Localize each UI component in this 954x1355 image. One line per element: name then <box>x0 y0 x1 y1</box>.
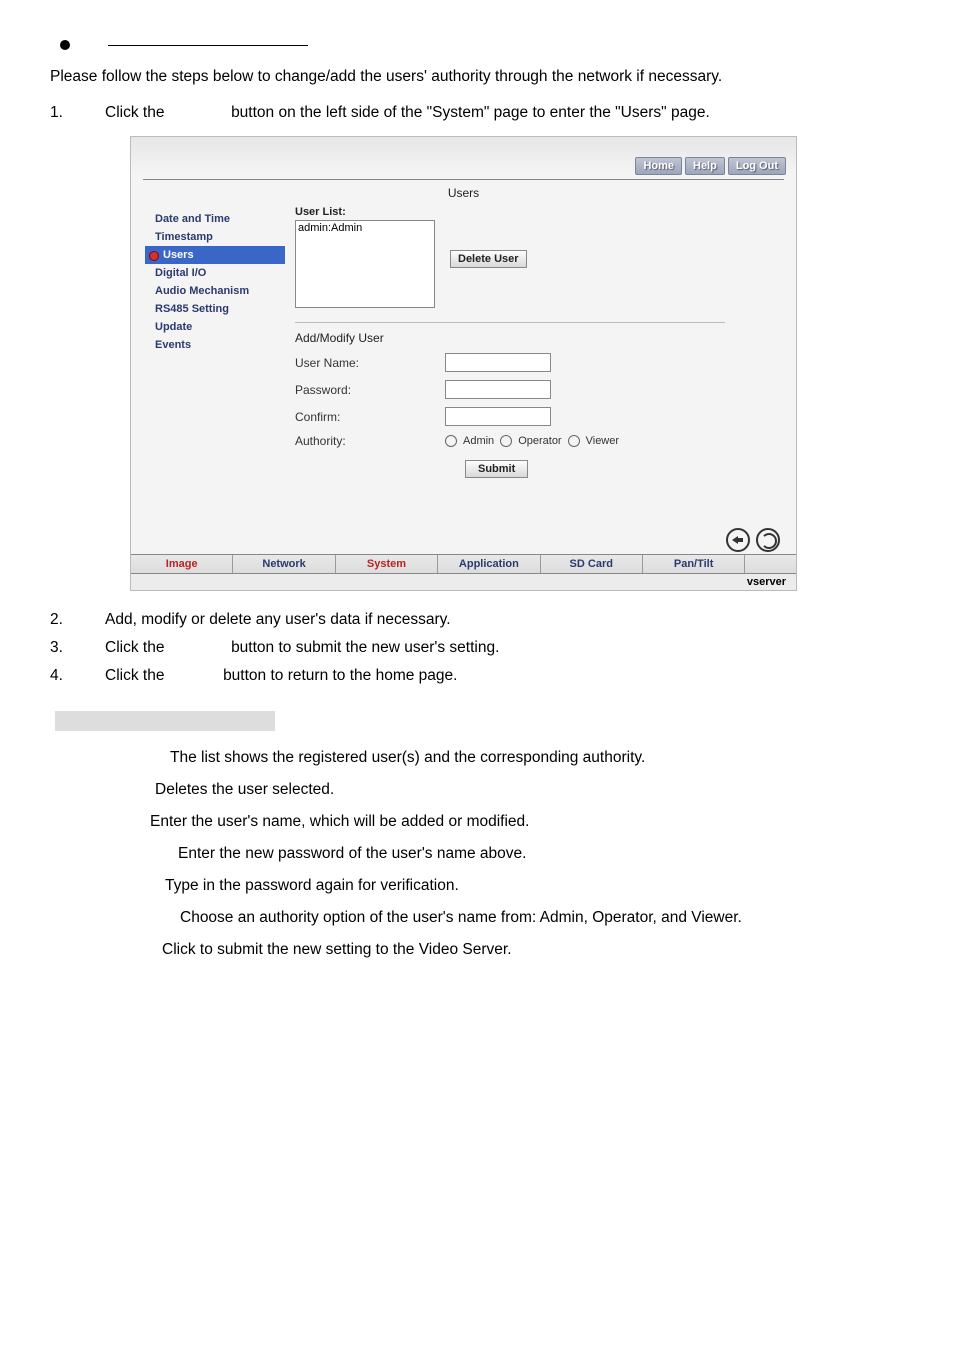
sidebar-item-timestamp[interactable]: Timestamp <box>145 228 285 246</box>
desc-password: Enter the new password of the user's nam… <box>50 845 904 863</box>
footer-label: vserver <box>131 573 796 590</box>
sidebar-item-date[interactable]: Date and Time <box>145 210 285 228</box>
step4-part-b: button to return to the home page. <box>223 667 457 684</box>
radio-operator[interactable] <box>500 435 512 447</box>
sidebar-item-audio[interactable]: Audio Mechanism <box>145 282 285 300</box>
desc-authority: Choose an authority option of the user's… <box>50 909 904 927</box>
help-button[interactable]: Help <box>685 157 725 175</box>
submit-button[interactable]: Submit <box>465 460 528 478</box>
page-title: Users <box>131 180 796 206</box>
sidebar-item-users[interactable]: Users <box>145 246 285 264</box>
sidebar-item-events[interactable]: Events <box>145 336 285 354</box>
sidebar-item-update[interactable]: Update <box>145 318 285 336</box>
radio-admin[interactable] <box>445 435 457 447</box>
step-3: 3. Click the button to submit the new us… <box>50 639 904 657</box>
step3-part-b: button to submit the new user's setting. <box>231 639 499 656</box>
userlist-label: User List: <box>295 206 346 218</box>
sidebar-item-rs485[interactable]: RS485 Setting <box>145 300 285 318</box>
authority-label: Authority: <box>295 434 445 448</box>
user-list-box[interactable]: admin:Admin <box>295 220 435 308</box>
nav-icon-row <box>131 520 796 554</box>
heading-underline <box>108 44 308 46</box>
step-number: 4. <box>50 667 105 685</box>
intro-text: Please follow the steps below to change/… <box>50 68 904 86</box>
step-number: 2. <box>50 611 105 629</box>
confirm-label: Confirm: <box>295 410 445 424</box>
tab-network[interactable]: Network <box>233 555 335 573</box>
step-4: 4. Click the button to return to the hom… <box>50 667 904 685</box>
step-text: Add, modify or delete any user's data if… <box>105 611 904 629</box>
back-icon[interactable] <box>726 528 750 552</box>
password-label: Password: <box>295 383 445 397</box>
step-number: 1. <box>50 104 105 122</box>
bullet-icon <box>60 40 70 50</box>
logout-button[interactable]: Log Out <box>728 157 786 175</box>
step-text: Click the button to return to the home p… <box>105 667 904 685</box>
password-input[interactable] <box>445 380 551 399</box>
user-list-item[interactable]: admin:Admin <box>298 222 432 234</box>
sidebar-item-digital[interactable]: Digital I/O <box>145 264 285 282</box>
step-number: 3. <box>50 639 105 657</box>
bottom-tabs: Image Network System Application SD Card… <box>131 554 796 573</box>
tab-sdcard[interactable]: SD Card <box>541 555 643 573</box>
username-label: User Name: <box>295 356 445 370</box>
confirm-input[interactable] <box>445 407 551 426</box>
tab-pantilt[interactable]: Pan/Tilt <box>643 555 745 573</box>
screenshot-topbar: Home Help Log Out <box>131 137 796 177</box>
tab-application[interactable]: Application <box>438 555 540 573</box>
desc-confirm: Type in the password again for verificat… <box>50 877 904 895</box>
step4-part-a: Click the <box>105 667 164 684</box>
step1-part-a: Click the <box>105 104 164 121</box>
section-bullet-heading <box>50 40 904 50</box>
radio-admin-label: Admin <box>463 435 494 447</box>
step-2: 2. Add, modify or delete any user's data… <box>50 611 904 629</box>
authority-radios: Admin Operator Viewer <box>445 435 619 447</box>
step-text: Click the button to submit the new user'… <box>105 639 904 657</box>
desc-submit: Click to submit the new setting to the V… <box>50 941 904 959</box>
step-text: Click the button on the left side of the… <box>105 104 904 122</box>
add-modify-label: Add/Modify User <box>295 331 782 345</box>
radio-operator-label: Operator <box>518 435 561 447</box>
tab-system[interactable]: System <box>336 555 438 573</box>
tab-image[interactable]: Image <box>131 555 233 573</box>
delete-user-button[interactable]: Delete User <box>450 250 527 268</box>
home-button[interactable]: Home <box>635 157 682 175</box>
refresh-icon[interactable] <box>756 528 780 552</box>
users-page-screenshot: Home Help Log Out Users Date and Time Ti… <box>130 136 797 591</box>
sidebar: Date and Time Timestamp Users Digital I/… <box>145 206 285 512</box>
step-1: 1. Click the button on the left side of … <box>50 104 904 122</box>
tab-spacer <box>745 555 796 573</box>
username-input[interactable] <box>445 353 551 372</box>
step3-part-a: Click the <box>105 639 164 656</box>
radio-viewer-label: Viewer <box>586 435 619 447</box>
main-panel: User List: admin:Admin Delete User Add/M… <box>285 206 782 512</box>
desc-userlist: The list shows the registered user(s) an… <box>50 749 904 767</box>
desc-delete: Deletes the user selected. <box>50 781 904 799</box>
gray-placeholder-bar <box>55 711 275 731</box>
step1-part-b: button on the left side of the "System" … <box>231 104 710 121</box>
radio-viewer[interactable] <box>568 435 580 447</box>
desc-username: Enter the user's name, which will be add… <box>50 813 904 831</box>
